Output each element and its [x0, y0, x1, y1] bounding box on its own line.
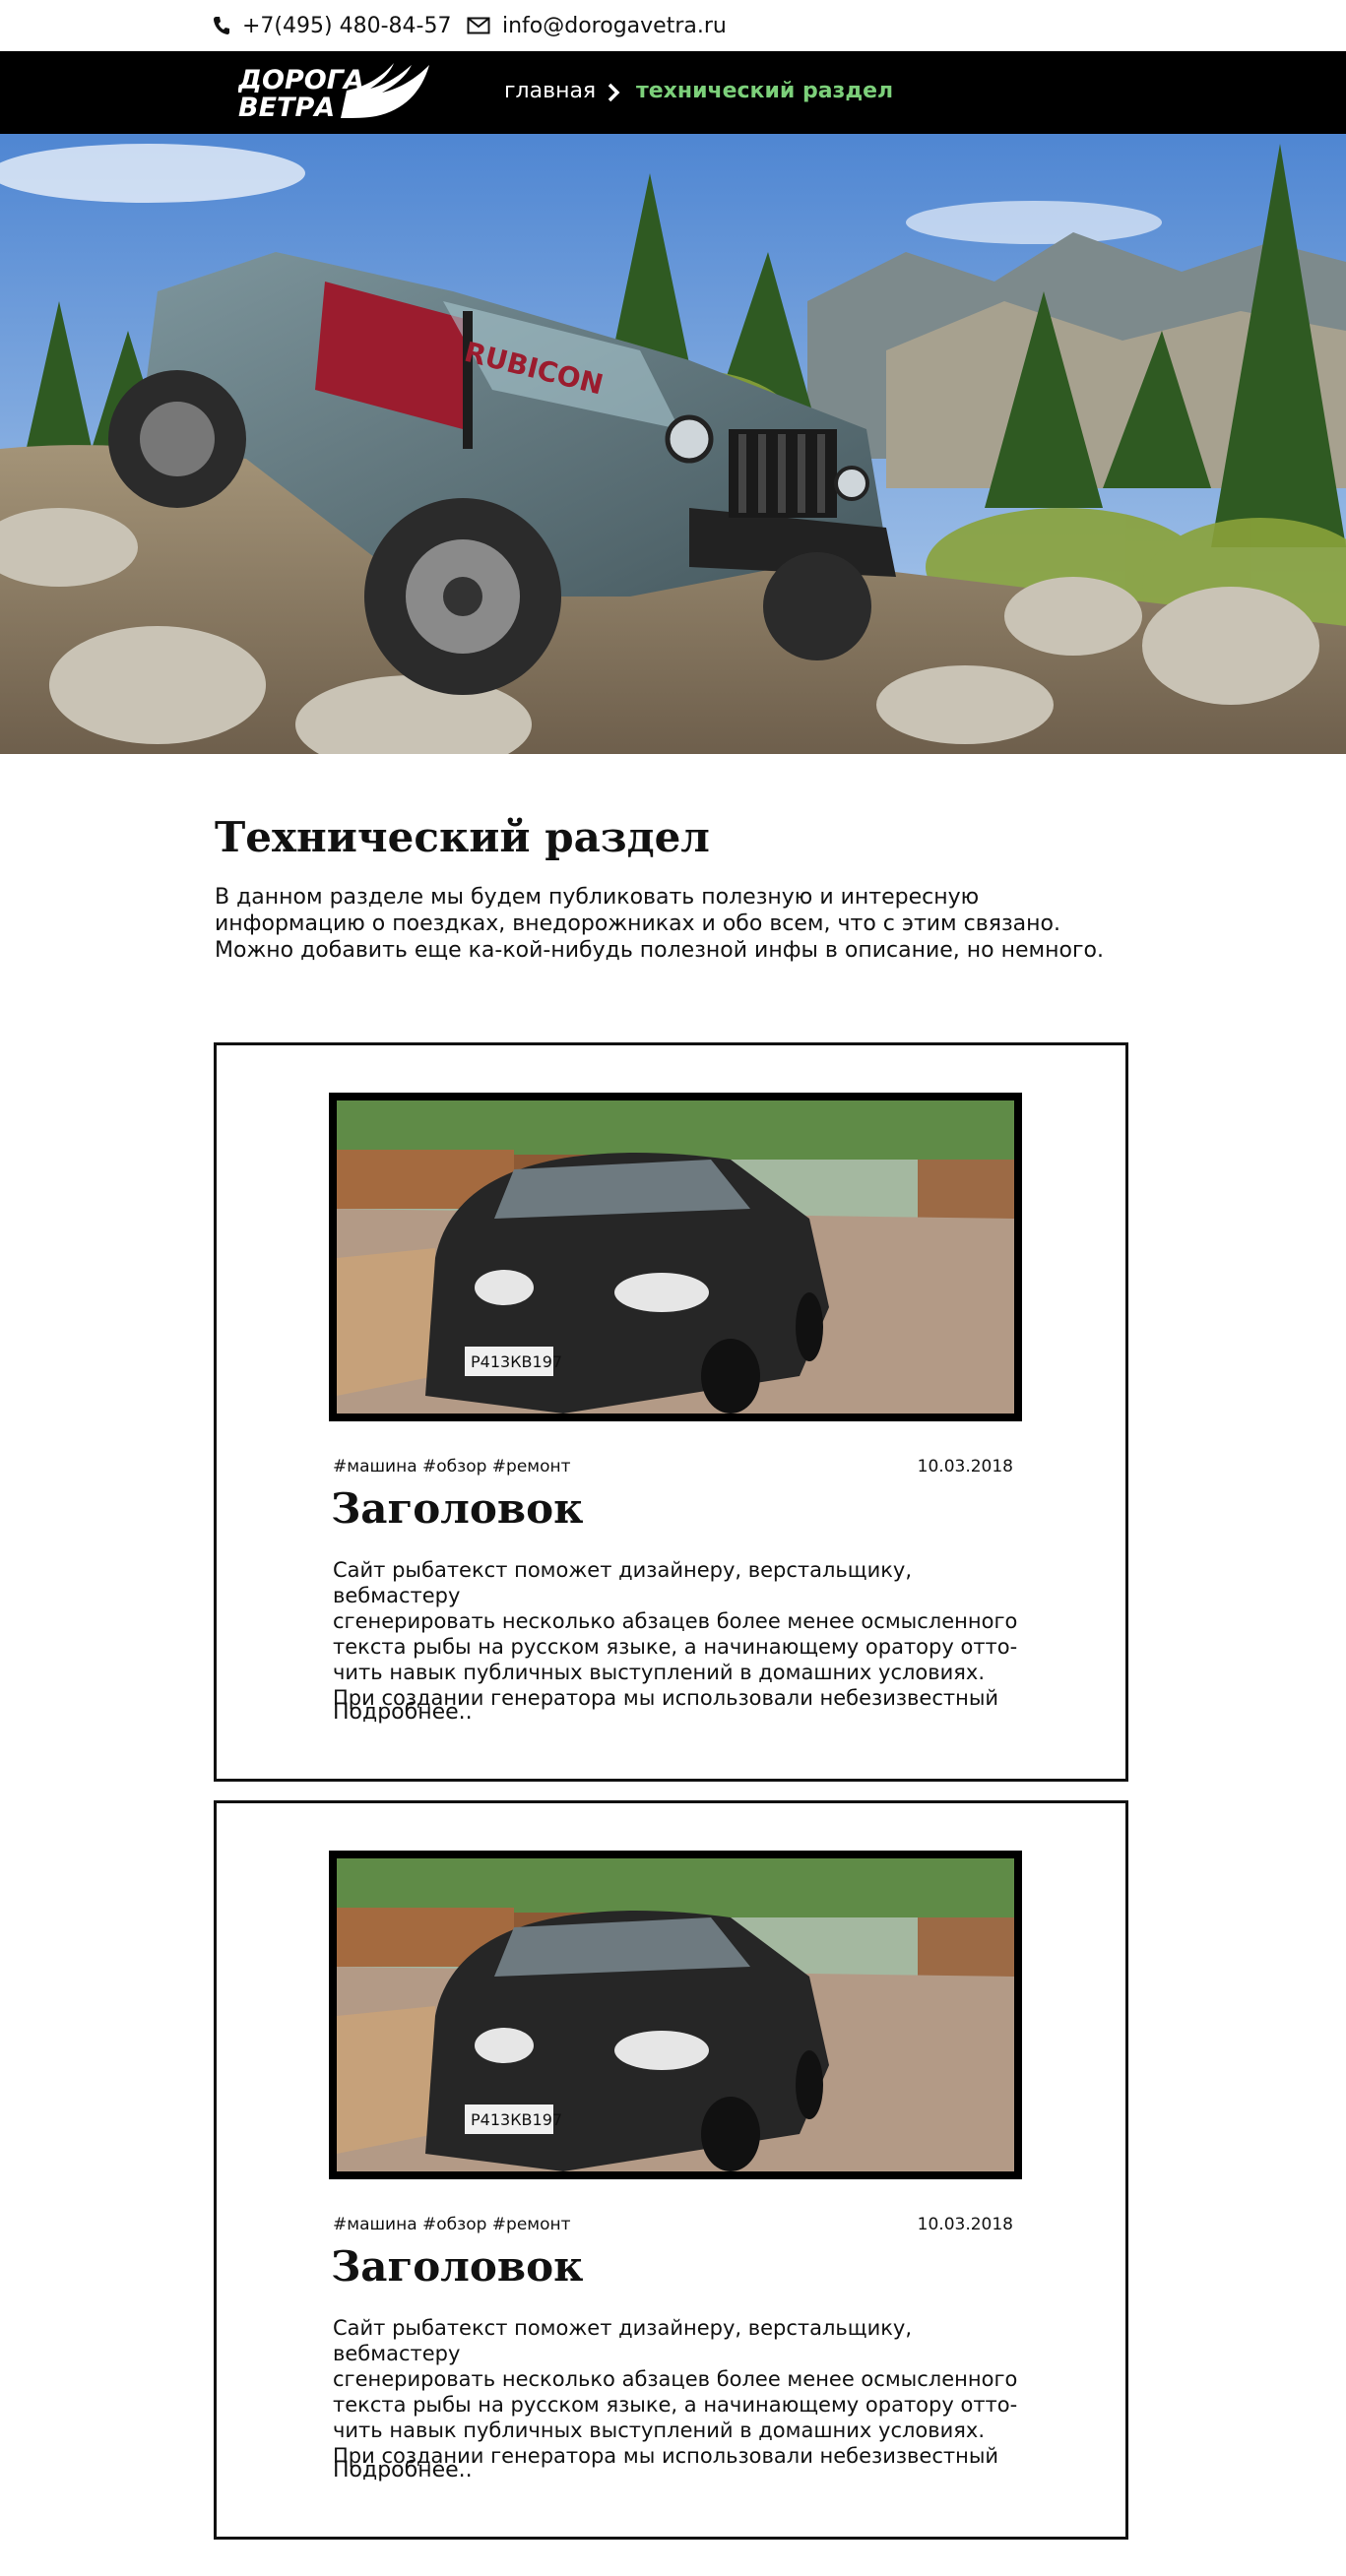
article-tags[interactable]: #машина #обзор #ремонт: [333, 1457, 571, 1476]
breadcrumb-home-link[interactable]: главная: [504, 79, 596, 103]
article-date: 10.03.2018: [917, 1457, 1013, 1476]
breadcrumb-current: технический раздел: [636, 79, 894, 103]
page-title: Технический раздел: [215, 813, 710, 861]
phone-contact[interactable]: +7(495) 480-84-57: [213, 12, 451, 39]
article-title[interactable]: Заголовок: [331, 1484, 583, 1533]
read-more-link[interactable]: Подробнее..: [333, 1700, 473, 1725]
site-logo[interactable]: ДОРОГА ВЕТРА: [238, 59, 431, 126]
article-photo[interactable]: Р413КВ197: [329, 1093, 1022, 1421]
main-navbar: ДОРОГА ВЕТРА главная технический раздел: [0, 51, 1346, 134]
logo-line1: ДОРОГА: [238, 65, 364, 95]
article-tags[interactable]: #машина #обзор #ремонт: [333, 2215, 571, 2234]
logo-line2: ВЕТРА: [238, 93, 335, 123]
email-contact[interactable]: info@dorogavetra.ru: [467, 12, 727, 39]
envelope-icon: [467, 17, 490, 34]
article-title[interactable]: Заголовок: [331, 2242, 583, 2291]
article-excerpt: Сайт рыбатекст поможет дизайнеру, верста…: [333, 2316, 1018, 2468]
article-photo[interactable]: Р413КВ197: [329, 1851, 1022, 2179]
read-more-link[interactable]: Подробнее..: [333, 2458, 473, 2482]
phone-icon: [214, 17, 229, 34]
hero-image: RUBICON: [0, 134, 1346, 754]
email-address[interactable]: info@dorogavetra.ru: [502, 14, 727, 38]
license-plate: Р413КВ197: [471, 1352, 562, 1371]
article-card: Р413КВ197 #машина #обзор #ремонт 10.03.2…: [214, 1042, 1128, 1782]
chevron-right-icon: [608, 83, 620, 102]
page-intro: В данном разделе мы будем публиковать по…: [215, 885, 1104, 963]
phone-number[interactable]: +7(495) 480-84-57: [242, 14, 451, 38]
license-plate: Р413КВ197: [471, 2110, 562, 2129]
contact-bar: +7(495) 480-84-57 info@dorogavetra.ru: [0, 0, 1346, 51]
article-excerpt: Сайт рыбатекст поможет дизайнеру, верста…: [333, 1558, 1018, 1710]
article-date: 10.03.2018: [917, 2215, 1013, 2234]
article-card: Р413КВ197 #машина #обзор #ремонт 10.03.2…: [214, 1800, 1128, 2540]
